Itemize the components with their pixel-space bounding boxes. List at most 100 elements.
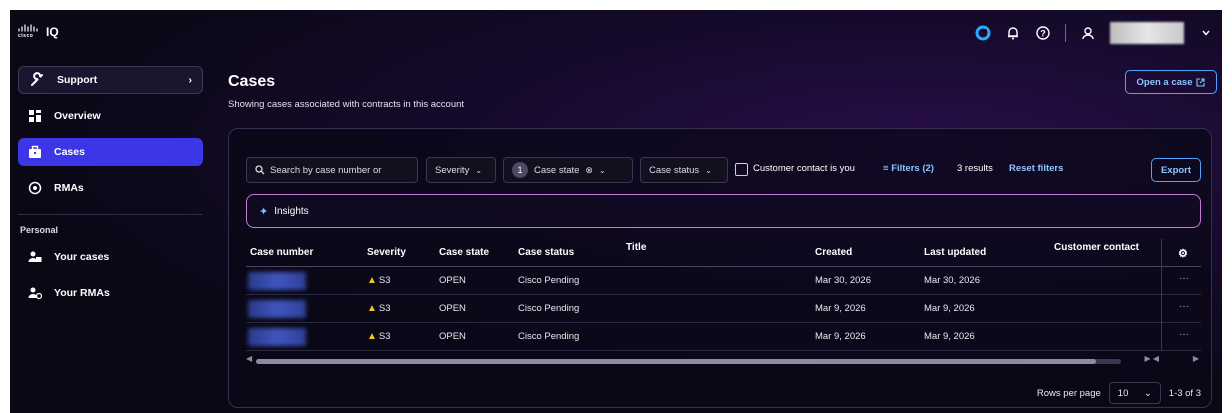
col-created[interactable]: Created <box>815 247 852 258</box>
wrench-icon <box>31 72 43 86</box>
chevron-down-icon: ⌄ <box>1143 387 1152 399</box>
rma-icon <box>28 181 42 195</box>
clear-icon[interactable]: ⊗ <box>585 165 593 176</box>
sidebar-item-your-cases[interactable]: Your cases <box>18 243 203 271</box>
chevron-down-icon[interactable] <box>1198 25 1214 41</box>
created-cell: Mar 9, 2026 <box>815 303 866 314</box>
sidebar-item-label: Your RMAs <box>54 287 110 299</box>
sticky-column-divider <box>1161 239 1162 351</box>
scroll-thumb[interactable] <box>256 359 1096 364</box>
cisco-logo[interactable]: cisco IQ <box>18 24 59 40</box>
pagination-range: 1-3 of 3 <box>1168 387 1201 399</box>
severity-dropdown[interactable]: Severity ⌄ <box>426 157 496 183</box>
sidebar-support[interactable]: Support › <box>18 66 203 94</box>
user-icon[interactable] <box>1080 25 1096 41</box>
case-state-cell: OPEN <box>439 331 466 342</box>
export-button[interactable]: Export <box>1151 158 1201 182</box>
sidebar-item-label: Cases <box>54 146 85 158</box>
severity-value: S3 <box>378 275 391 286</box>
case-status-cell: Cisco Pending <box>518 303 580 314</box>
case-number-redacted[interactable] <box>248 328 306 346</box>
search-input[interactable]: Search by case number or <box>246 157 418 183</box>
rows-per-page-select[interactable]: 10 ⌄ <box>1108 382 1161 404</box>
sidebar-item-rmas[interactable]: RMAs <box>18 174 203 202</box>
case-number-redacted[interactable] <box>248 300 306 318</box>
col-case-state[interactable]: Case state <box>439 247 489 258</box>
sidebar-item-overview[interactable]: Overview <box>18 102 203 130</box>
rows-per-page-label: Rows per page <box>1036 387 1101 399</box>
external-link-icon <box>1196 77 1206 87</box>
cases-icon <box>29 145 41 158</box>
user-name-redacted[interactable] <box>1110 22 1184 44</box>
table-row[interactable]: ▲ S3 OPEN Cisco Pending Mar 9, 2026 Mar 9… <box>246 295 1201 323</box>
sidebar-item-label: Overview <box>54 110 101 122</box>
cisco-wordmark: cisco <box>18 33 33 38</box>
customer-contact-checkbox[interactable] <box>735 163 748 176</box>
table-header: Case number Severity Case state Case sta… <box>246 239 1201 267</box>
insights-label: Insights <box>274 205 309 217</box>
search-placeholder: Search by case number or <box>270 164 382 176</box>
warning-icon: ▲ <box>367 275 377 286</box>
cisco-logo-mark: cisco <box>18 24 40 40</box>
sidebar: Support › Overview Cases RMAs Personal Y… <box>18 66 203 307</box>
search-icon <box>255 165 265 175</box>
cases-table: Case number Severity Case state Case sta… <box>246 239 1201 351</box>
col-customer-contact[interactable]: Customer contact <box>1054 242 1139 253</box>
row-actions-icon[interactable]: ··· <box>1179 273 1189 284</box>
col-case-status[interactable]: Case status <box>518 247 574 258</box>
chevron-down-icon: ⌄ <box>598 165 606 175</box>
table-row[interactable]: ▲ S3 OPEN Cisco Pending Mar 30, 2026 Mar … <box>246 267 1201 295</box>
warning-icon: ▲ <box>367 303 377 314</box>
bell-icon[interactable] <box>1005 25 1021 41</box>
updated-cell: Mar 30, 2026 <box>924 275 980 286</box>
severity-value: S3 <box>378 331 391 342</box>
horizontal-scrollbar[interactable]: ◀ ▶ ◀ ▶ <box>246 354 1201 365</box>
scroll-right-icon[interactable]: ▶ <box>1193 354 1199 363</box>
scroll-left-icon[interactable]: ◀ <box>246 354 252 363</box>
chevron-right-icon: › <box>188 74 193 86</box>
row-actions-icon[interactable]: ··· <box>1179 329 1189 340</box>
open-case-label: Open a case <box>1136 76 1193 88</box>
severity-cell: ▲ S3 <box>367 331 391 342</box>
copilot-icon[interactable] <box>975 25 991 41</box>
filter-bar: Search by case number or Severity ⌄ 1 Ca… <box>246 157 1211 183</box>
your-rmas-icon <box>28 287 42 300</box>
col-last-updated[interactable]: Last updated <box>924 247 986 258</box>
col-severity[interactable]: Severity <box>367 247 406 258</box>
sidebar-section-personal: Personal <box>20 225 59 235</box>
sidebar-item-cases[interactable]: Cases <box>18 138 203 166</box>
filters-link-label: Filters (2) <box>891 163 934 174</box>
scroll-left-icon[interactable]: ▶ ◀ <box>1144 354 1159 363</box>
table-row[interactable]: ▲ S3 OPEN Cisco Pending Mar 9, 2026 Mar 9… <box>246 323 1201 351</box>
sparkle-icon: ✦ <box>259 205 269 218</box>
product-name: IQ <box>46 25 59 39</box>
case-state-label: Case state <box>534 164 580 176</box>
settings-icon[interactable]: ⚙ <box>1178 247 1188 260</box>
customer-contact-label: Customer contact is you <box>753 163 855 174</box>
chevron-down-icon: ⌄ <box>475 165 483 175</box>
filter-icon: ≡ <box>883 163 892 174</box>
reset-filters-link[interactable]: Reset filters <box>1009 163 1063 174</box>
case-state-cell: OPEN <box>439 275 466 286</box>
filters-link[interactable]: ≡ Filters (2) <box>883 163 934 174</box>
toolbar-divider <box>1065 24 1066 42</box>
top-bar: cisco IQ ? <box>10 10 1222 56</box>
case-status-dropdown[interactable]: Case status ⌄ <box>640 157 728 183</box>
col-case-number[interactable]: Case number <box>250 247 313 258</box>
case-number-redacted[interactable] <box>248 272 306 290</box>
sidebar-item-your-rmas[interactable]: Your RMAs <box>18 279 203 307</box>
help-icon[interactable]: ? <box>1035 25 1051 41</box>
severity-cell: ▲ S3 <box>367 303 391 314</box>
app-window: cisco IQ ? Support › Overview Cases RMAs… <box>10 10 1222 413</box>
your-cases-icon <box>28 251 42 262</box>
top-actions: ? <box>975 22 1214 44</box>
case-status-label: Case status <box>649 164 700 176</box>
case-state-dropdown[interactable]: 1 Case state ⊗ ⌄ <box>503 157 633 183</box>
col-title[interactable]: Title <box>626 242 646 253</box>
open-case-button[interactable]: Open a case <box>1125 70 1217 94</box>
row-actions-icon[interactable]: ··· <box>1179 301 1189 312</box>
updated-cell: Mar 9, 2026 <box>924 303 975 314</box>
insights-bar[interactable]: ✦ Insights <box>246 194 1201 228</box>
updated-cell: Mar 9, 2026 <box>924 331 975 342</box>
severity-label: Severity <box>435 164 470 176</box>
